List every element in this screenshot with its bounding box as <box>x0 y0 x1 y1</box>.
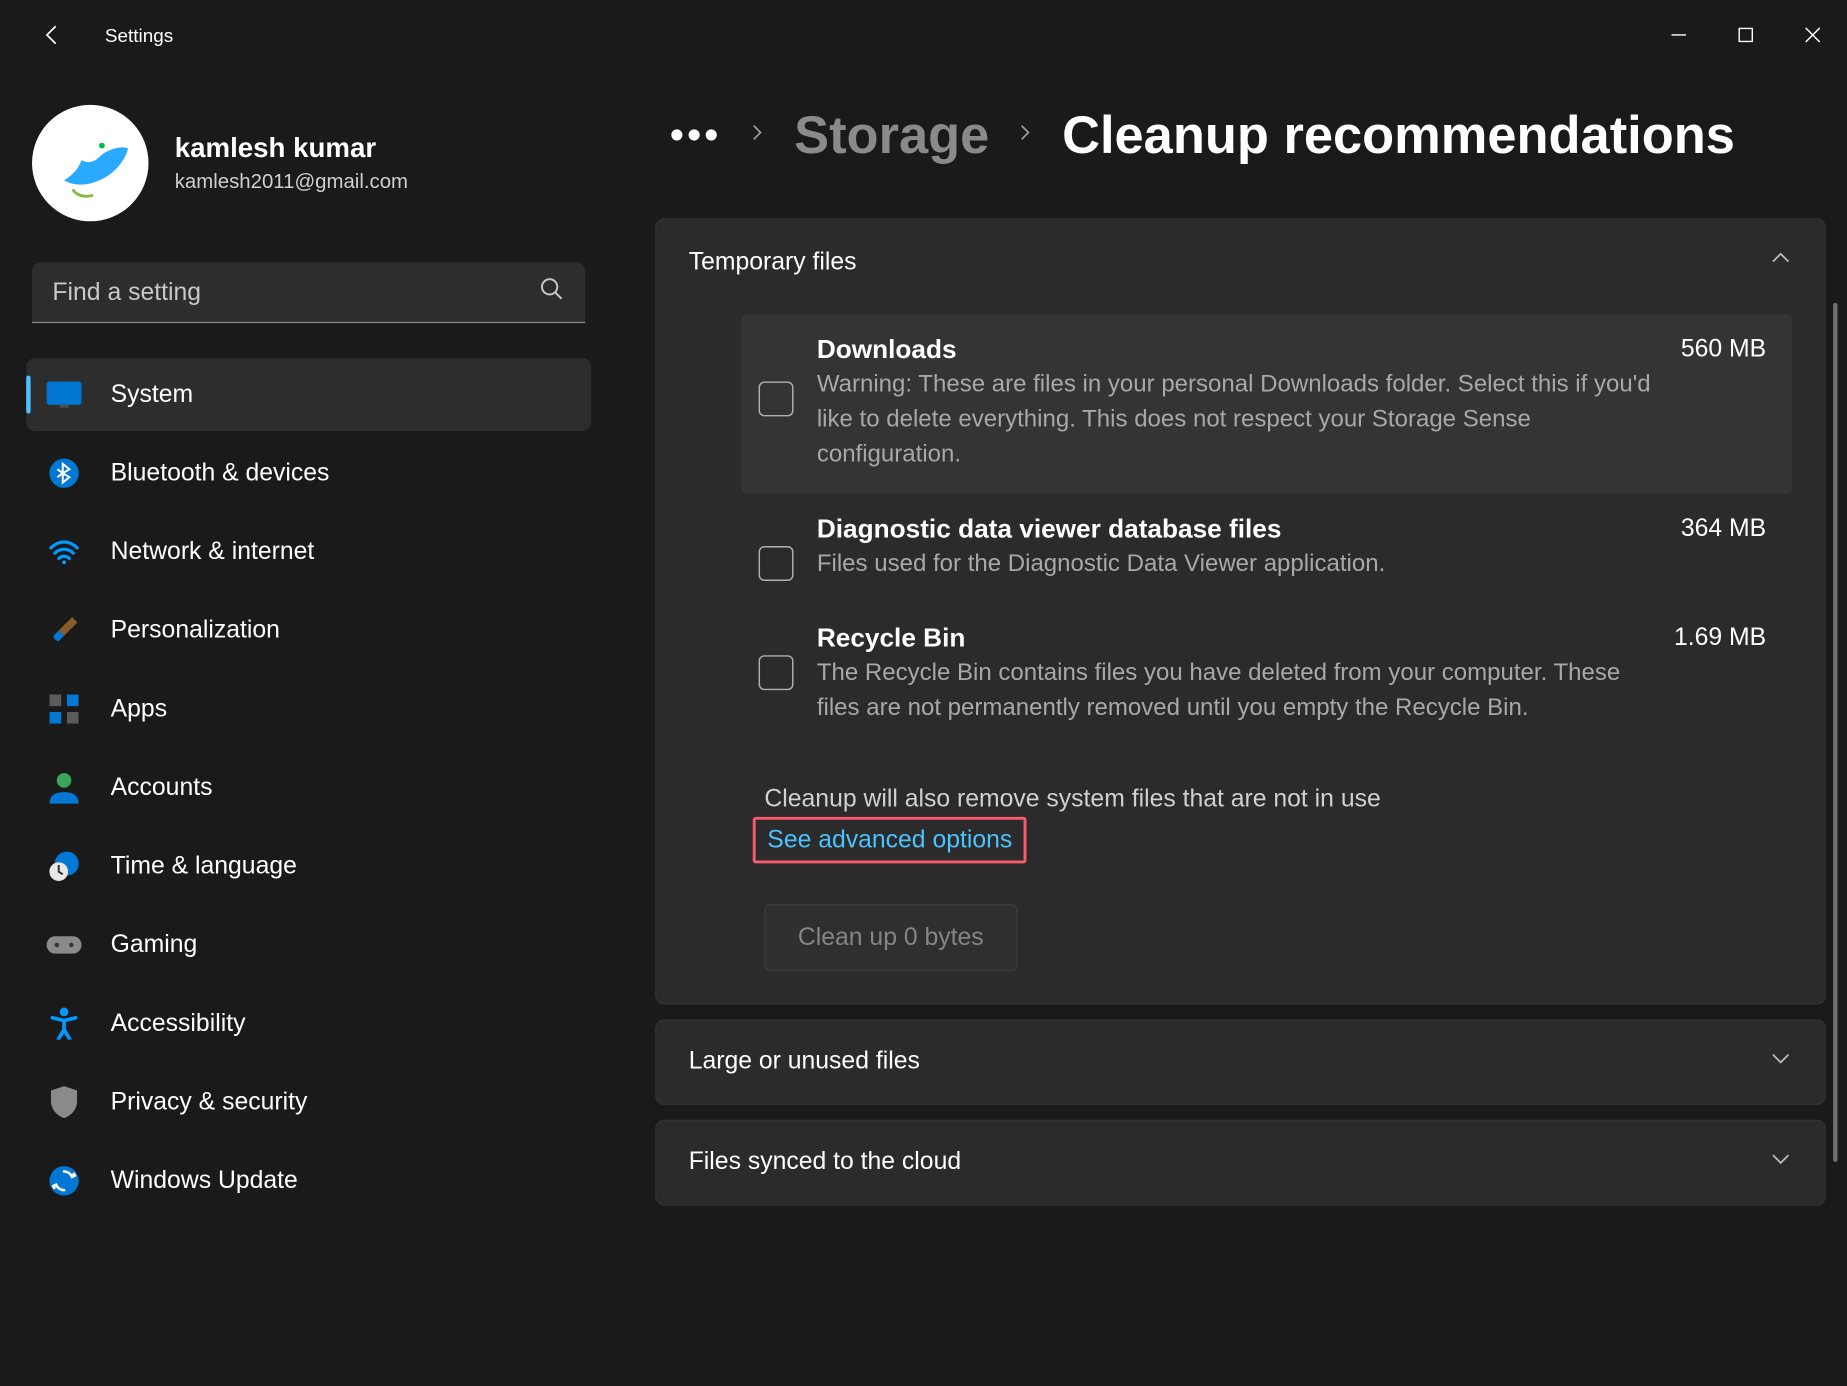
item-desc: The Recycle Bin contains files you have … <box>817 656 1654 726</box>
item-name: Downloads <box>817 335 1661 366</box>
panel-temp-header[interactable]: Temporary files <box>657 220 1825 303</box>
nav-accounts[interactable]: Accounts <box>26 751 591 824</box>
nav-label: Apps <box>111 695 167 724</box>
scrollbar[interactable] <box>1833 303 1837 1162</box>
cleanup-item-diagnostic[interactable]: Diagnostic data viewer database files Fi… <box>741 493 1792 602</box>
item-desc: Warning: These are files in your persona… <box>817 368 1661 472</box>
nav-label: Accessibility <box>111 1009 246 1038</box>
nav-label: System <box>111 380 194 409</box>
nav-update[interactable]: Windows Update <box>26 1144 591 1217</box>
panel-temp-files: Temporary files Downloads Warning: These… <box>655 218 1826 1004</box>
search-input[interactable] <box>32 262 585 323</box>
chevron-right-icon <box>1016 122 1036 150</box>
panel-title: Temporary files <box>689 247 857 276</box>
bluetooth-icon <box>44 457 85 489</box>
nav-time[interactable]: Time & language <box>26 830 591 903</box>
panel-synced-header[interactable]: Files synced to the cloud <box>657 1120 1825 1203</box>
gamepad-icon <box>44 933 85 956</box>
clock-globe-icon <box>44 850 85 882</box>
close-button[interactable] <box>1779 6 1846 64</box>
item-size: 1.69 MB <box>1674 623 1766 726</box>
nav-privacy[interactable]: Privacy & security <box>26 1066 591 1139</box>
item-name: Diagnostic data viewer database files <box>817 514 1661 545</box>
panel-large-files: Large or unused files <box>655 1019 1826 1105</box>
chevron-right-icon <box>748 122 768 150</box>
window-controls <box>1645 6 1846 64</box>
nav-personalization[interactable]: Personalization <box>26 594 591 667</box>
search-box <box>32 262 585 323</box>
nav-label: Accounts <box>111 773 213 802</box>
profile-email: kamlesh2011@gmail.com <box>175 169 408 192</box>
profile-name: kamlesh kumar <box>175 134 408 166</box>
panel-synced-files: Files synced to the cloud <box>655 1119 1826 1205</box>
chevron-up-icon <box>1769 246 1792 277</box>
main-content: ••• Storage Cleanup recommendations Temp… <box>612 70 1847 1386</box>
brush-icon <box>44 614 85 646</box>
breadcrumb-parent[interactable]: Storage <box>794 105 989 166</box>
nav-label: Personalization <box>111 616 280 645</box>
breadcrumb: ••• Storage Cleanup recommendations <box>670 105 1826 166</box>
maximize-button[interactable] <box>1712 6 1779 64</box>
apps-icon <box>44 695 85 724</box>
app-title: Settings <box>105 24 173 46</box>
nav-bluetooth[interactable]: Bluetooth & devices <box>26 437 591 510</box>
nav: System Bluetooth & devices Network & int… <box>26 358 591 1217</box>
search-icon <box>539 276 565 309</box>
nav-label: Time & language <box>111 852 297 881</box>
nav-network[interactable]: Network & internet <box>26 515 591 588</box>
panel-title: Files synced to the cloud <box>689 1147 961 1176</box>
nav-apps[interactable]: Apps <box>26 673 591 746</box>
nav-label: Windows Update <box>111 1166 298 1195</box>
shield-icon <box>44 1086 85 1118</box>
panel-large-header[interactable]: Large or unused files <box>657 1020 1825 1103</box>
titlebar: Settings <box>0 0 1846 70</box>
wifi-icon <box>44 539 85 565</box>
nav-gaming[interactable]: Gaming <box>26 909 591 982</box>
avatar <box>32 105 148 221</box>
item-name: Recycle Bin <box>817 623 1654 654</box>
checkbox-downloads[interactable] <box>759 381 794 416</box>
back-button[interactable] <box>23 6 81 64</box>
checkbox-diagnostic[interactable] <box>759 546 794 581</box>
cleanup-note: Cleanup will also remove system files th… <box>764 784 1792 813</box>
cleanup-button[interactable]: Clean up 0 bytes <box>764 903 1017 970</box>
item-desc: Files used for the Diagnostic Data Viewe… <box>817 547 1661 582</box>
accessibility-icon <box>44 1008 85 1040</box>
sidebar: kamlesh kumar kamlesh2011@gmail.com Syst… <box>0 70 612 1386</box>
nav-label: Bluetooth & devices <box>111 459 330 488</box>
chevron-down-icon <box>1769 1147 1792 1178</box>
panel-title: Large or unused files <box>689 1047 920 1076</box>
checkbox-recyclebin[interactable] <box>759 655 794 690</box>
nav-system[interactable]: System <box>26 358 591 431</box>
nav-accessibility[interactable]: Accessibility <box>26 987 591 1060</box>
profile-block[interactable]: kamlesh kumar kamlesh2011@gmail.com <box>32 105 591 221</box>
person-icon <box>44 772 85 804</box>
display-icon <box>44 381 85 407</box>
minimize-button[interactable] <box>1645 6 1712 64</box>
nav-label: Privacy & security <box>111 1088 308 1117</box>
chevron-down-icon <box>1769 1046 1792 1077</box>
update-icon <box>44 1165 85 1197</box>
see-advanced-options-link[interactable]: See advanced options <box>753 816 1027 863</box>
nav-label: Network & internet <box>111 537 315 566</box>
cleanup-item-downloads[interactable]: Downloads Warning: These are files in yo… <box>741 314 1792 493</box>
cleanup-item-recyclebin[interactable]: Recycle Bin The Recycle Bin contains fil… <box>741 602 1792 746</box>
page-title: Cleanup recommendations <box>1062 105 1735 166</box>
nav-label: Gaming <box>111 930 198 959</box>
item-size: 560 MB <box>1681 335 1766 473</box>
item-size: 364 MB <box>1681 514 1766 582</box>
breadcrumb-ellipsis[interactable]: ••• <box>670 115 722 156</box>
